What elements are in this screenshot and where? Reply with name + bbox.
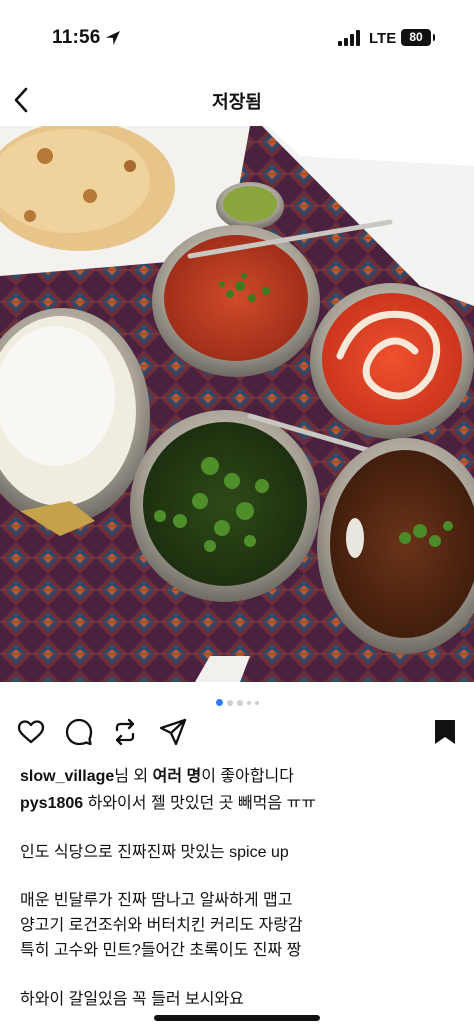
post-photo[interactable]: [0, 126, 474, 682]
likes-user[interactable]: slow_village: [20, 768, 114, 785]
bookmark-icon[interactable]: [430, 717, 460, 747]
indian-food-photo: [0, 126, 474, 682]
likes-suffix: 이 좋아합니다: [201, 768, 294, 785]
battery-icon: 80: [401, 29, 431, 46]
comment-line: pys1806 하와이서 젤 맛있던 곳 빼먹음 ㅠㅠ: [20, 789, 316, 813]
likes-middle: 님 외: [114, 768, 153, 785]
network-type: LTE: [369, 30, 397, 47]
carousel-dot-active: [215, 699, 223, 707]
caption-line: 하와이 갈일있음 꼭 들러 보시와요: [20, 991, 244, 1008]
caption-line: 매운 빈달루가 진짜 땀나고 알싸하게 맵고: [20, 892, 293, 909]
comment-icon[interactable]: [64, 717, 94, 747]
battery-tip: [433, 34, 435, 41]
post-actions: [0, 714, 474, 750]
caption-line: 양고기 로건조쉬와 버터치킨 커리도 자랑감: [20, 917, 303, 934]
carousel-dot: [246, 700, 251, 705]
page-title: 저장됨: [212, 92, 262, 112]
comment-text: 하와이서 젤 맛있던 곳 빼먹음 ㅠㅠ: [83, 795, 316, 812]
carousel-dot: [236, 699, 243, 706]
status-time: 11:56: [52, 27, 101, 48]
nav-bar: 저장됨: [0, 76, 474, 124]
carousel-indicator: [0, 694, 474, 707]
likes-line: slow_village님 외 여러 명이 좋아합니다: [20, 762, 294, 786]
caption-line: 특히 고수와 민트?들어간 초록이도 진짜 짱: [20, 942, 302, 959]
signal-icon: [338, 30, 360, 46]
carousel-dot: [254, 700, 259, 705]
carousel-dot: [226, 699, 233, 706]
repost-icon[interactable]: [110, 717, 140, 747]
comment-user[interactable]: pys1806: [20, 795, 83, 812]
heart-icon[interactable]: [16, 717, 46, 747]
share-icon[interactable]: [158, 717, 188, 747]
likes-others[interactable]: 여러 명: [153, 768, 202, 785]
status-bar: 11:56 LTE 80: [0, 0, 474, 76]
location-arrow-icon: [106, 31, 120, 45]
caption-line: 인도 식당으로 진짜진짜 맛있는 spice up: [20, 844, 289, 861]
home-indicator[interactable]: [154, 1015, 320, 1021]
